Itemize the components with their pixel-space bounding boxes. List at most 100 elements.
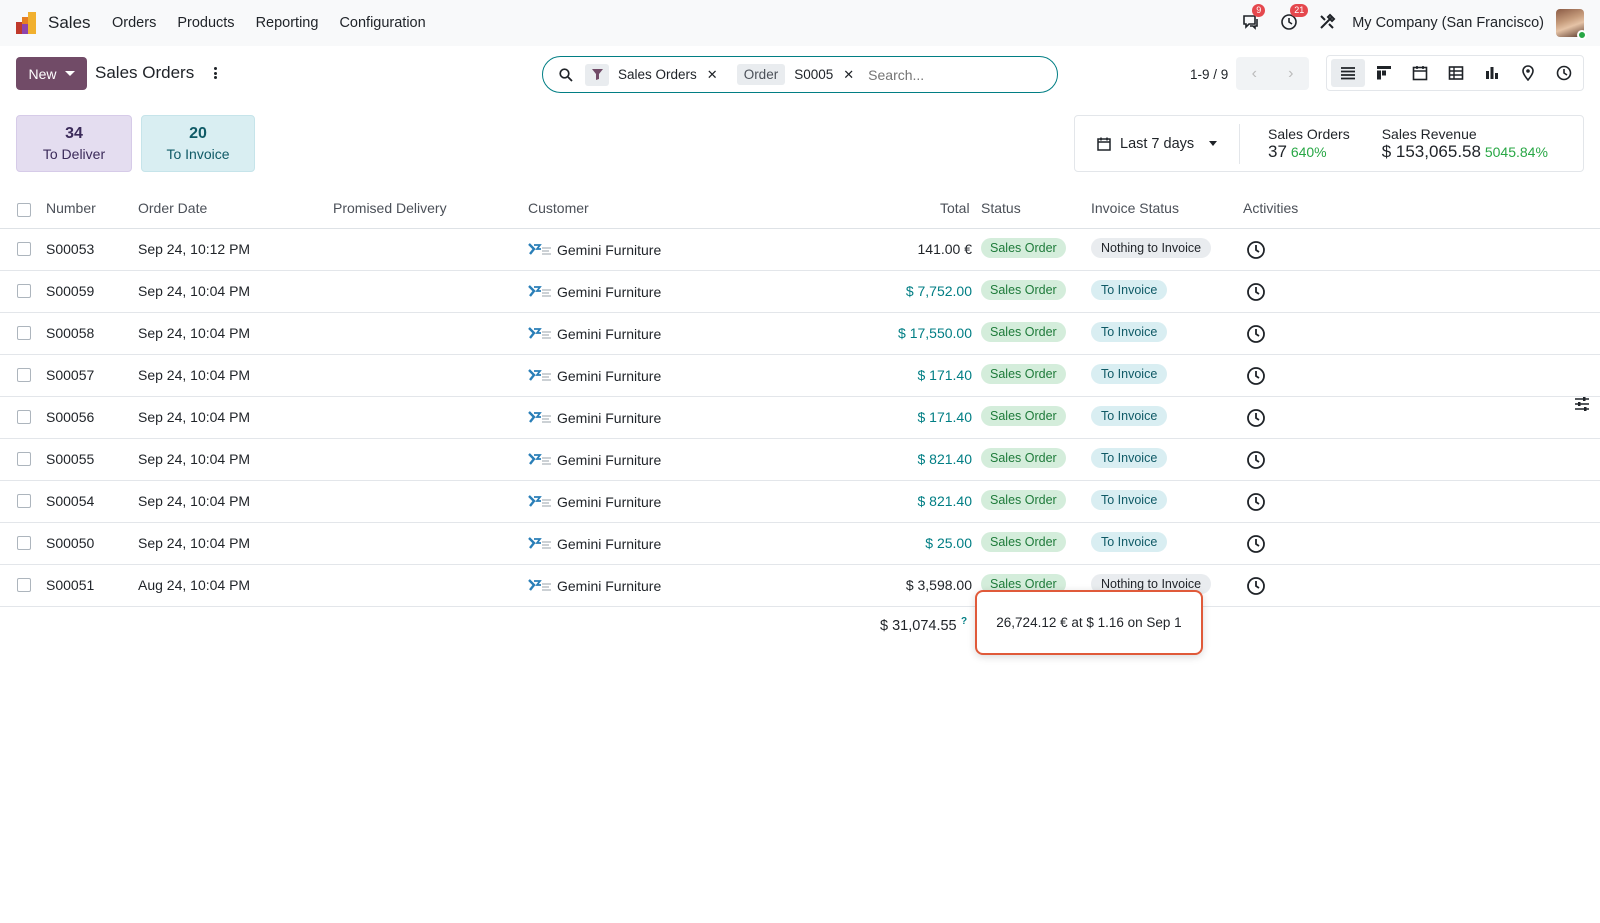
menu-item-products[interactable]: Products xyxy=(177,15,234,31)
invoice-status-badge: To Invoice xyxy=(1091,280,1168,300)
status-badge: Sales Order xyxy=(981,448,1066,468)
menu-item-reporting[interactable]: Reporting xyxy=(256,15,319,31)
top-navbar: Sales Orders Products Reporting Configur… xyxy=(0,0,1600,46)
table-row[interactable]: S00054 Sep 24, 10:04 PM Gemini Furniture $ … xyxy=(0,481,1600,523)
select-all-checkbox[interactable] xyxy=(17,203,31,217)
calendar-view-icon[interactable] xyxy=(1403,59,1437,87)
status-badge: Sales Order xyxy=(981,364,1066,384)
sales-app-icon[interactable] xyxy=(16,12,38,34)
row-checkbox[interactable] xyxy=(17,326,31,340)
menu-item-configuration[interactable]: Configuration xyxy=(339,15,425,31)
invoice-status-badge: To Invoice xyxy=(1091,322,1168,342)
kanban-view-icon[interactable] xyxy=(1367,59,1401,87)
order-number: S00055 xyxy=(46,451,95,467)
facet-remove-icon[interactable]: ✕ xyxy=(843,67,854,83)
customer-name: Gemini Furniture xyxy=(557,536,662,552)
row-checkbox[interactable] xyxy=(17,536,31,550)
company-switcher[interactable]: My Company (San Francisco) xyxy=(1352,15,1544,31)
period-selector[interactable]: Last 7 days xyxy=(1075,136,1239,152)
row-checkbox[interactable] xyxy=(17,578,31,592)
column-order-date[interactable]: Order Date xyxy=(138,200,207,216)
list-view-icon[interactable] xyxy=(1331,59,1365,87)
column-status[interactable]: Status xyxy=(981,200,1021,216)
map-view-icon[interactable] xyxy=(1511,59,1545,87)
status-badge: Sales Order xyxy=(981,238,1066,258)
table-row[interactable]: S00059 Sep 24, 10:04 PM Gemini Furniture $ … xyxy=(0,271,1600,313)
activity-view-icon[interactable] xyxy=(1547,59,1581,87)
caret-down-icon xyxy=(64,71,75,76)
row-checkbox[interactable] xyxy=(17,494,31,508)
column-activities[interactable]: Activities xyxy=(1243,200,1298,216)
graph-view-icon[interactable] xyxy=(1475,59,1509,87)
activities-clock-icon[interactable]: 21 xyxy=(1280,4,1309,33)
table-row[interactable]: S00056 Sep 24, 10:04 PM Gemini Furniture $ … xyxy=(0,397,1600,439)
grand-total: $ 31,074.55 xyxy=(880,618,957,634)
table-row[interactable]: S00050 Sep 24, 10:04 PM Gemini Furniture $ … xyxy=(0,523,1600,565)
status-badge: Sales Order xyxy=(981,322,1066,342)
messages-icon[interactable]: 9 xyxy=(1242,4,1266,33)
order-date: Sep 24, 10:12 PM xyxy=(138,241,251,257)
order-date: Sep 24, 10:04 PM xyxy=(138,367,251,383)
app-name[interactable]: Sales xyxy=(48,13,91,33)
kpi-divider xyxy=(1239,123,1240,164)
pager-value[interactable]: 1-9 / 9 xyxy=(1190,67,1228,82)
pivot-view-icon[interactable] xyxy=(1439,59,1473,87)
order-number: S00059 xyxy=(46,283,95,299)
table-row[interactable]: S00051 Aug 24, 10:04 PM Gemini Furniture $ … xyxy=(0,565,1600,607)
activity-clock-icon[interactable] xyxy=(1246,492,1266,512)
period-label: Last 7 days xyxy=(1120,135,1195,152)
table-row[interactable]: S00055 Sep 24, 10:04 PM Gemini Furniture $ … xyxy=(0,439,1600,481)
kpi-sales-orders[interactable]: Sales Orders 37 640% xyxy=(1268,126,1350,162)
activity-clock-icon[interactable] xyxy=(1246,408,1266,428)
actions-menu-icon[interactable] xyxy=(210,64,220,82)
activity-clock-icon[interactable] xyxy=(1246,450,1266,470)
to-invoice-count: 20 xyxy=(189,125,207,142)
to-invoice-tile[interactable]: 20 To Invoice xyxy=(141,115,255,172)
activity-clock-icon[interactable] xyxy=(1246,324,1266,344)
next-page-icon[interactable]: › xyxy=(1273,57,1310,90)
new-button[interactable]: New xyxy=(16,57,87,90)
column-invoice-status[interactable]: Invoice Status xyxy=(1091,200,1179,216)
activity-clock-icon[interactable] xyxy=(1246,534,1266,554)
to-deliver-tile[interactable]: 34 To Deliver xyxy=(16,115,132,172)
table-row[interactable]: S00057 Sep 24, 10:04 PM Gemini Furniture $ … xyxy=(0,355,1600,397)
column-total[interactable]: Total xyxy=(940,200,970,216)
status-badge: Sales Order xyxy=(981,532,1066,552)
activity-clock-icon[interactable] xyxy=(1246,576,1266,596)
customer-logo-icon xyxy=(528,579,551,591)
order-date: Sep 24, 10:04 PM xyxy=(138,409,251,425)
user-avatar[interactable] xyxy=(1556,9,1587,40)
row-checkbox[interactable] xyxy=(17,410,31,424)
order-total: $ 171.40 xyxy=(917,409,973,425)
column-number[interactable]: Number xyxy=(46,200,96,216)
activity-clock-icon[interactable] xyxy=(1246,240,1266,260)
grand-total-help-icon[interactable]: ? xyxy=(961,616,967,627)
activity-clock-icon[interactable] xyxy=(1246,366,1266,386)
breadcrumb: Sales Orders xyxy=(95,63,195,82)
table-row[interactable]: S00058 Sep 24, 10:04 PM Gemini Furniture $ … xyxy=(0,313,1600,355)
customer-logo-icon xyxy=(528,327,551,339)
systray: 9 21 My Company (San Francisco) xyxy=(1242,0,1600,46)
table-row[interactable]: S00053 Sep 24, 10:12 PM Gemini Furniture 14… xyxy=(0,229,1600,271)
to-invoice-label: To Invoice xyxy=(166,146,230,162)
kpi-sales-revenue[interactable]: Sales Revenue $ 153,065.58 5045.84% xyxy=(1382,126,1548,162)
column-customer[interactable]: Customer xyxy=(528,200,589,216)
view-switcher xyxy=(1326,55,1584,91)
menu-item-orders[interactable]: Orders xyxy=(112,15,156,31)
order-number: S00057 xyxy=(46,367,95,383)
facet-remove-icon[interactable]: ✕ xyxy=(707,67,718,83)
row-checkbox[interactable] xyxy=(17,242,31,256)
tools-icon[interactable] xyxy=(1318,13,1338,33)
previous-page-icon[interactable]: ‹ xyxy=(1236,57,1273,90)
caret-down-icon xyxy=(1209,141,1218,146)
customer-name: Gemini Furniture xyxy=(557,410,662,426)
row-checkbox[interactable] xyxy=(17,368,31,382)
search-bar[interactable]: Sales Orders ✕ Order S0005 ✕ xyxy=(542,56,1058,93)
customer-logo-icon xyxy=(528,369,551,381)
row-checkbox[interactable] xyxy=(17,452,31,466)
search-input[interactable] xyxy=(868,66,1019,83)
activity-clock-icon[interactable] xyxy=(1246,282,1266,302)
column-promised-delivery[interactable]: Promised Delivery xyxy=(333,200,447,216)
order-total: $ 7,752.00 xyxy=(905,283,972,299)
row-checkbox[interactable] xyxy=(17,284,31,298)
